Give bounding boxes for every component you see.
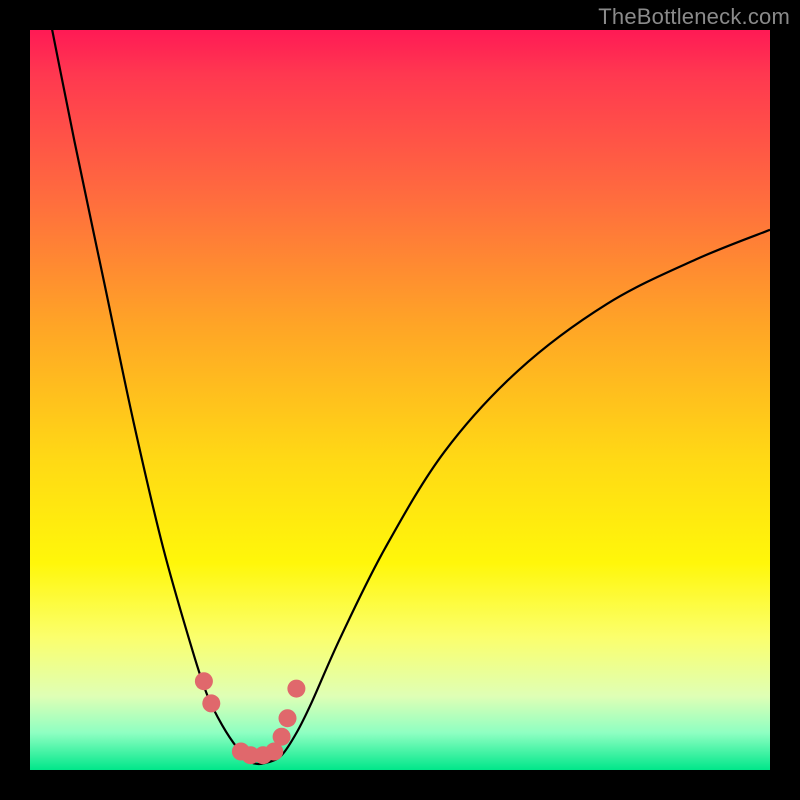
highlight-marker [287,680,305,698]
highlight-marker [195,672,213,690]
bottleneck-curve [30,30,770,764]
highlight-marker [279,709,297,727]
highlight-marker [202,694,220,712]
marker-layer [195,672,306,764]
chart-svg [30,30,770,770]
curve-layer [30,30,770,764]
watermark-text: TheBottleneck.com [598,4,790,30]
highlight-marker [273,728,291,746]
plot-area [30,30,770,770]
chart-frame: TheBottleneck.com [0,0,800,800]
